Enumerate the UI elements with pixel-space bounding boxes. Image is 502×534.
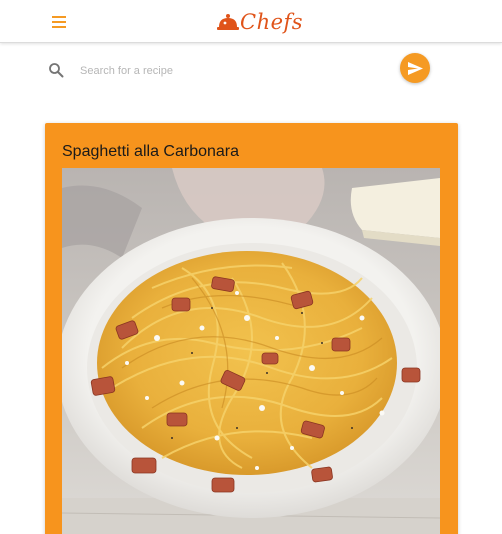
top-app-bar: Chefs	[0, 0, 502, 43]
search-input[interactable]	[80, 60, 380, 82]
menu-button[interactable]	[48, 12, 70, 32]
search-submit-button[interactable]	[400, 53, 430, 83]
search-icon	[49, 63, 64, 78]
logo-text: Chefs	[240, 10, 304, 34]
app-logo[interactable]: Chefs	[217, 9, 303, 35]
search-bar	[0, 50, 502, 90]
hamburger-menu-icon	[52, 16, 66, 28]
cloche-icon	[217, 14, 239, 30]
recipe-card[interactable]: Spaghetti alla Carbonara	[45, 123, 458, 534]
send-icon	[407, 61, 423, 75]
recipe-image[interactable]	[62, 168, 440, 534]
recipe-title: Spaghetti alla Carbonara	[62, 143, 240, 160]
carbonara-photo	[62, 168, 440, 534]
